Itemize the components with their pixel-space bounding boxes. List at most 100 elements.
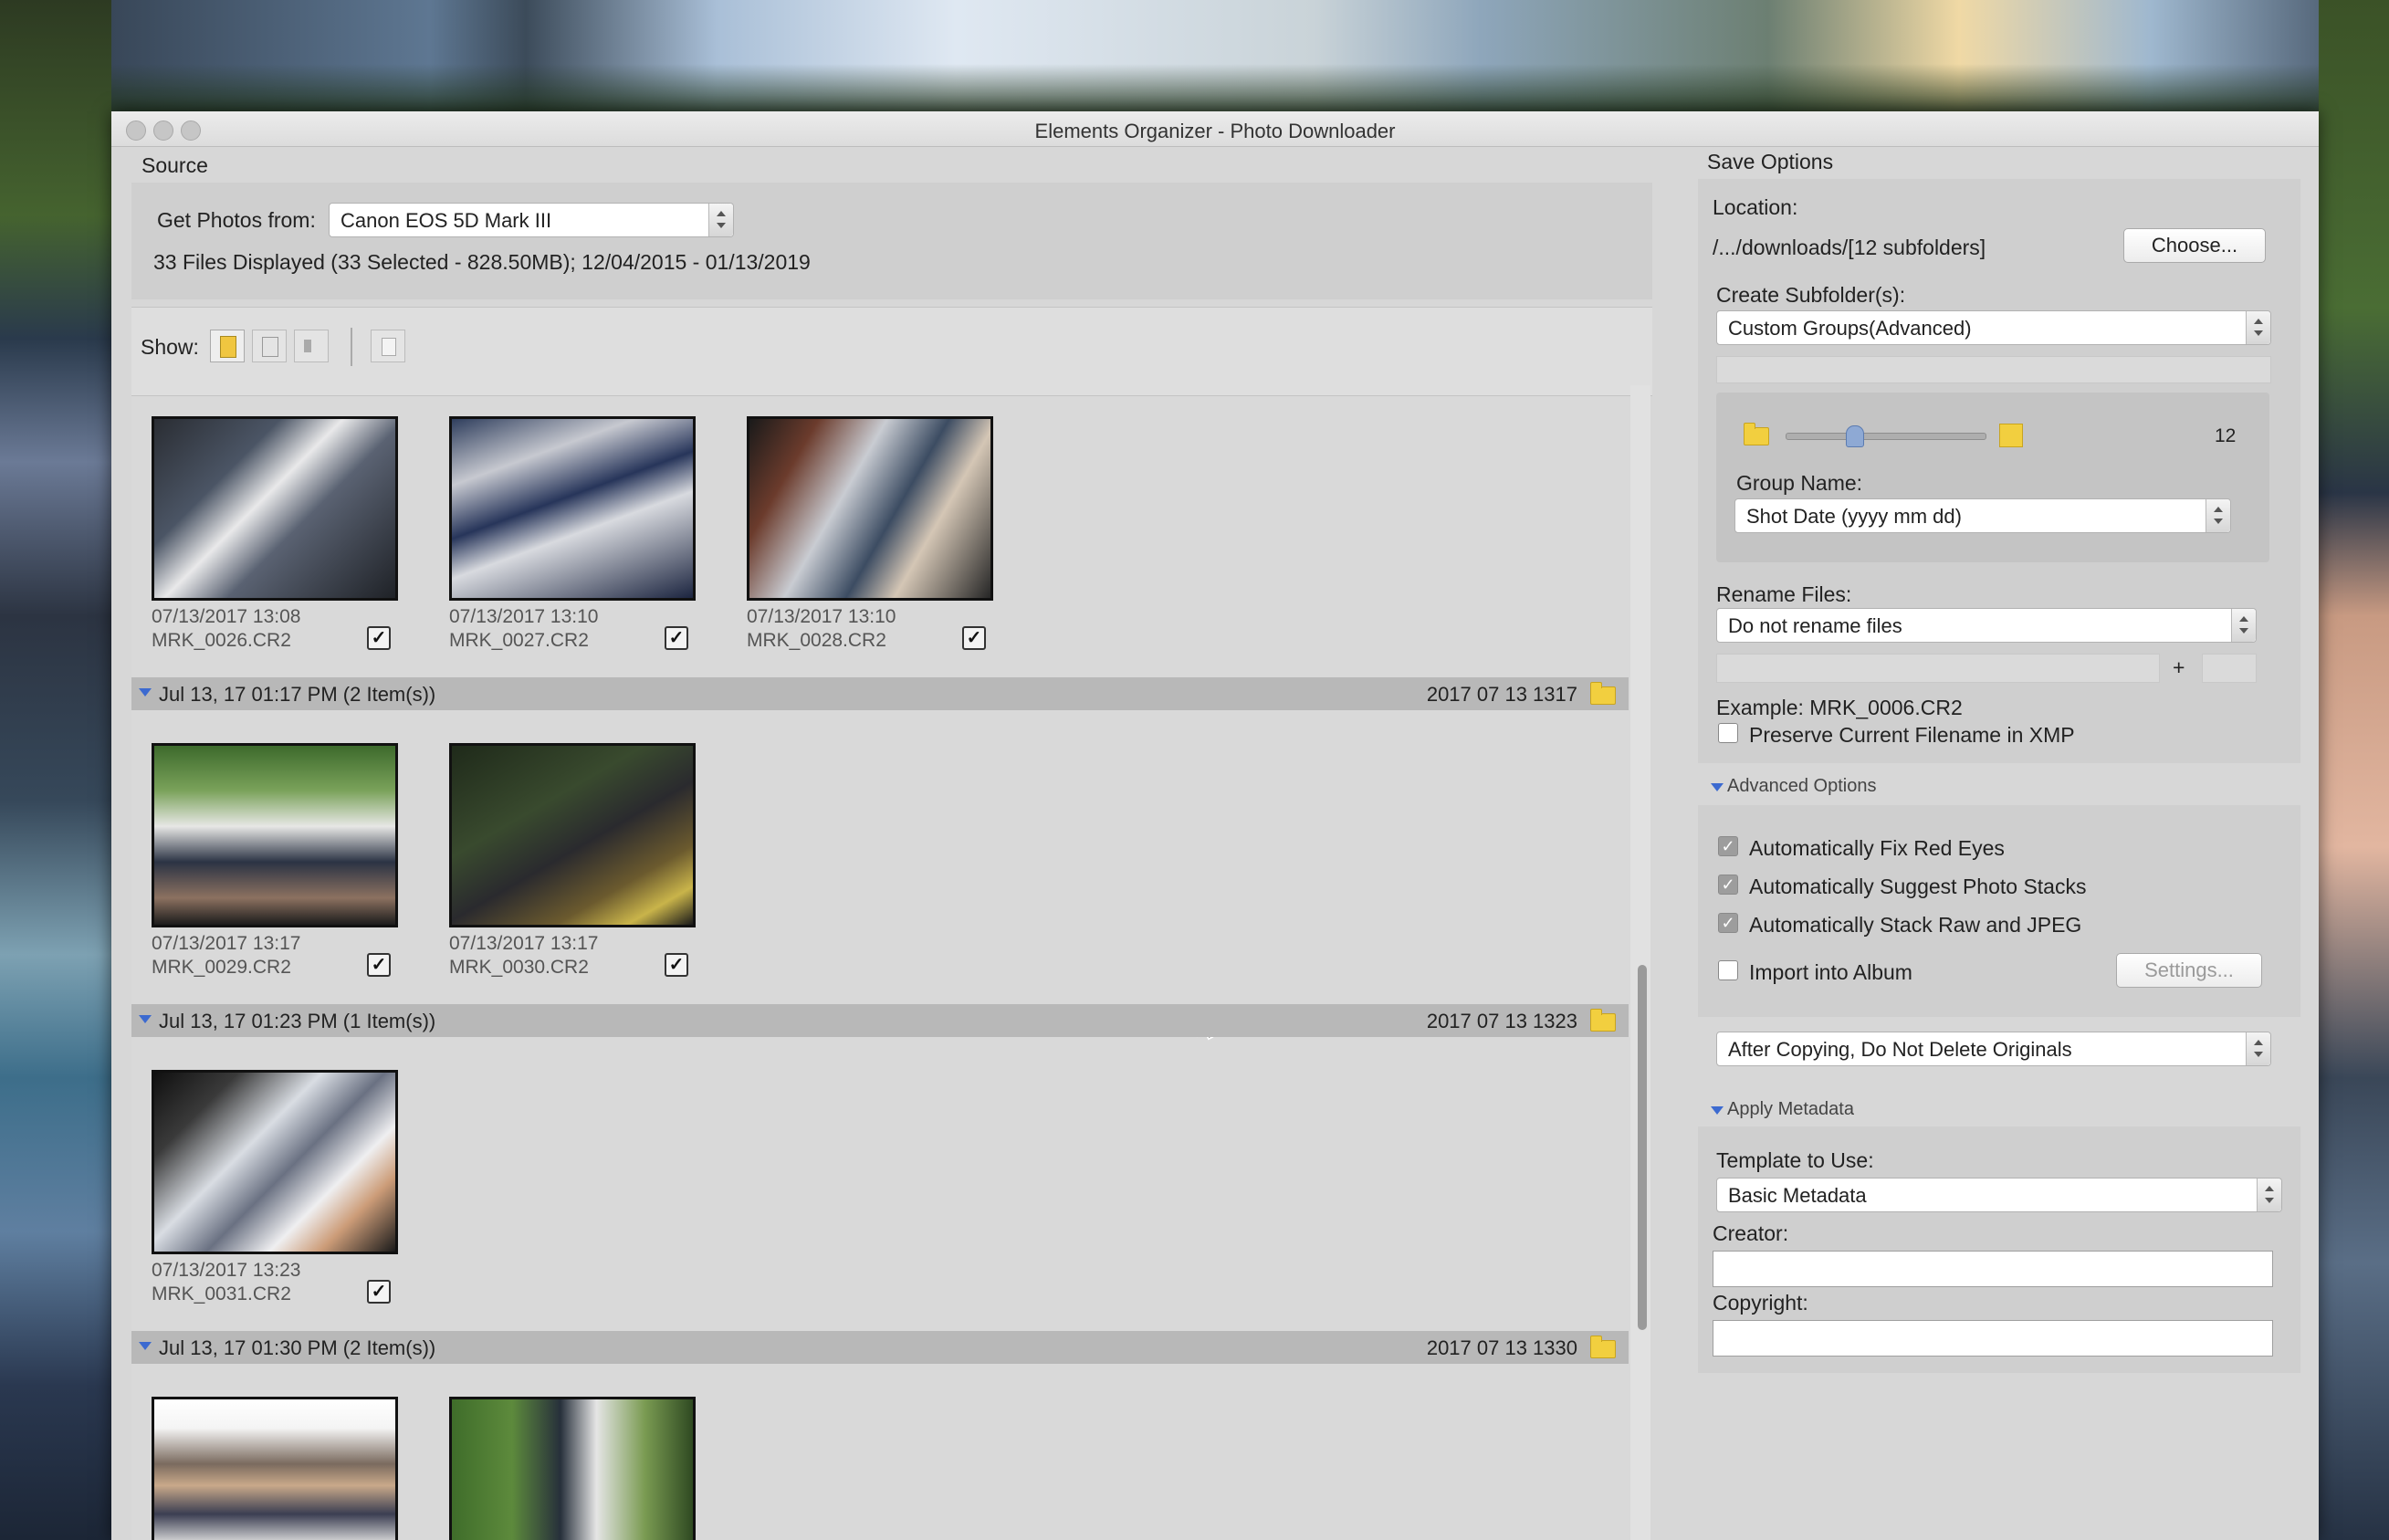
- thumbnail-filename: MRK_0027.CR2: [449, 630, 589, 651]
- apply-metadata-header[interactable]: Apply Metadata: [1711, 1099, 1854, 1120]
- import-album-checkbox[interactable]: [1718, 960, 1738, 980]
- show-toolbar: Show:: [131, 307, 1652, 396]
- after-copying-select[interactable]: After Copying, Do Not Delete Originals: [1716, 1032, 2271, 1066]
- select-arrows-icon: [2257, 1179, 2281, 1211]
- suggest-stacks-checkbox[interactable]: ✓: [1718, 875, 1738, 895]
- thumbnail-checkbox[interactable]: ✓: [367, 626, 391, 650]
- files-summary: 33 Files Displayed (33 Selected - 828.50…: [153, 250, 811, 274]
- speaker-icon: [304, 340, 311, 352]
- title-bar: Elements Organizer - Photo Downloader: [111, 111, 2319, 147]
- subfolder-preview-field: [1716, 356, 2271, 383]
- after-copying-value: After Copying, Do Not Delete Originals: [1728, 1038, 2072, 1061]
- group-size-slider[interactable]: [1786, 433, 1986, 440]
- source-panel: Get Photos from: Canon EOS 5D Mark III 3…: [131, 183, 1652, 299]
- disclosure-triangle-icon[interactable]: [139, 1015, 152, 1023]
- thumbnail-checkbox[interactable]: ✓: [665, 953, 688, 977]
- rename-files-label: Rename Files:: [1716, 582, 1852, 606]
- large-groups-icon: [1999, 424, 2023, 447]
- thumbnail-image[interactable]: [449, 1397, 696, 1540]
- thumbnail-scrollbar[interactable]: [1630, 385, 1650, 1540]
- group-label: Jul 13, 17 01:30 PM (2 Item(s)): [159, 1336, 436, 1359]
- thumbnail-date: 07/13/2017 13:10: [449, 606, 599, 627]
- plus-sign: +: [2173, 655, 2185, 679]
- group-folder-name: 2017 07 13 1317: [1426, 683, 1577, 706]
- thumbnail-checkbox[interactable]: ✓: [367, 953, 391, 977]
- thumbnail-filename: MRK_0030.CR2: [449, 957, 589, 978]
- group-name-select[interactable]: Shot Date (yyyy mm dd): [1734, 498, 2231, 533]
- small-groups-icon: [1744, 423, 1769, 445]
- thumbnail-date: 07/13/2017 13:08: [152, 606, 301, 627]
- template-select[interactable]: Basic Metadata: [1716, 1178, 2282, 1212]
- get-photos-label: Get Photos from:: [157, 208, 316, 232]
- disclosure-triangle-icon[interactable]: [139, 688, 152, 697]
- rename-number-field[interactable]: [2202, 654, 2257, 683]
- thumbnail-checkbox[interactable]: ✓: [367, 1280, 391, 1304]
- advanced-options-title: Advanced Options: [1727, 776, 1877, 796]
- thumbnail-image[interactable]: [152, 416, 398, 601]
- thumbnail-checkbox[interactable]: ✓: [665, 626, 688, 650]
- group-folder-name: 2017 07 13 1323: [1426, 1010, 1577, 1032]
- thumbnail-image[interactable]: [152, 1397, 398, 1540]
- advanced-options-panel: ✓ Automatically Fix Red Eyes ✓ Automatic…: [1698, 805, 2300, 1017]
- thumbnail-image[interactable]: [449, 743, 696, 927]
- disclosure-triangle-icon[interactable]: [1711, 1106, 1724, 1115]
- apply-metadata-panel: Template to Use: Basic Metadata Creator:…: [1698, 1126, 2300, 1373]
- thumbnail-date: 07/13/2017 13:23: [152, 1260, 301, 1281]
- photo-icon: [220, 336, 236, 358]
- thumbnail-image[interactable]: [152, 1070, 398, 1254]
- group-name-value: Shot Date (yyyy mm dd): [1746, 505, 1962, 528]
- group-header[interactable]: Jul 13, 17 01:30 PM (2 Item(s)) 2017 07 …: [131, 1331, 1629, 1364]
- scrollbar-thumb[interactable]: [1638, 965, 1647, 1330]
- select-arrows-icon: [2206, 499, 2230, 532]
- advanced-options-header[interactable]: Advanced Options: [1711, 776, 1876, 797]
- choose-location-button[interactable]: Choose...: [2123, 228, 2266, 263]
- disclosure-triangle-icon[interactable]: [139, 1342, 152, 1350]
- preserve-filename-checkbox[interactable]: [1718, 723, 1738, 743]
- copyright-input[interactable]: [1713, 1320, 2273, 1357]
- desktop-wallpaper-left: [0, 0, 111, 1540]
- thumbnail-date: 07/13/2017 13:17: [152, 933, 301, 954]
- disclosure-triangle-icon[interactable]: [1711, 783, 1724, 791]
- thumbnail-grid: 07/13/2017 13:08 MRK_0026.CR2 ✓ 07/13/20…: [131, 396, 1630, 1540]
- group-header[interactable]: Jul 13, 17 01:23 PM (1 Item(s)) 2017 07 …: [131, 1004, 1629, 1037]
- folder-icon[interactable]: [1590, 1009, 1616, 1032]
- folder-icon[interactable]: [1590, 682, 1616, 705]
- album-settings-button[interactable]: Settings...: [2116, 953, 2262, 988]
- custom-group-box: 12 Group Name: Shot Date (yyyy mm dd): [1716, 393, 2269, 562]
- save-options-title: Save Options: [1707, 150, 1834, 173]
- rename-prefix-field[interactable]: [1716, 654, 2160, 683]
- show-videos-toggle[interactable]: [252, 330, 287, 362]
- thumbnail-filename: MRK_0029.CR2: [152, 957, 291, 978]
- thumbnail-date: 07/13/2017 13:17: [449, 933, 599, 954]
- thumbnail-image[interactable]: [747, 416, 993, 601]
- thumbnail-checkbox[interactable]: ✓: [962, 626, 986, 650]
- creator-input[interactable]: [1713, 1251, 2273, 1287]
- select-arrows-icon: [2246, 311, 2270, 344]
- group-header[interactable]: Jul 13, 17 01:17 PM (2 Item(s)) 2017 07 …: [131, 677, 1629, 710]
- stack-raw-jpeg-checkbox[interactable]: ✓: [1718, 913, 1738, 933]
- rename-files-value: Do not rename files: [1728, 614, 1902, 637]
- device-select-value: Canon EOS 5D Mark III: [341, 209, 552, 232]
- toolbar-divider: [351, 328, 352, 366]
- folder-icon[interactable]: [1590, 1336, 1616, 1358]
- show-file-filter-button[interactable]: [371, 330, 405, 362]
- thumbnail-image[interactable]: [152, 743, 398, 927]
- thumbnail-image[interactable]: [449, 416, 696, 601]
- preserve-filename-label: Preserve Current Filename in XMP: [1749, 723, 2075, 747]
- creator-label: Creator:: [1713, 1221, 1789, 1245]
- create-subfolders-select[interactable]: Custom Groups(Advanced): [1716, 310, 2271, 345]
- show-photos-toggle[interactable]: [210, 330, 245, 362]
- rename-files-select[interactable]: Do not rename files: [1716, 608, 2257, 643]
- group-count: 12: [2215, 425, 2237, 446]
- group-size-slider-knob[interactable]: [1846, 425, 1864, 447]
- template-value: Basic Metadata: [1728, 1184, 1867, 1207]
- photo-downloader-window: Elements Organizer - Photo Downloader So…: [111, 111, 2319, 1540]
- import-album-label: Import into Album: [1749, 960, 1912, 984]
- create-subfolders-value: Custom Groups(Advanced): [1728, 317, 1972, 340]
- show-audio-toggle[interactable]: [294, 330, 329, 362]
- fix-red-eyes-checkbox[interactable]: ✓: [1718, 836, 1738, 856]
- apply-metadata-title: Apply Metadata: [1727, 1099, 1854, 1119]
- template-label: Template to Use:: [1716, 1148, 1874, 1172]
- device-select[interactable]: Canon EOS 5D Mark III: [329, 203, 734, 237]
- stack-raw-jpeg-label: Automatically Stack Raw and JPEG: [1749, 913, 2082, 937]
